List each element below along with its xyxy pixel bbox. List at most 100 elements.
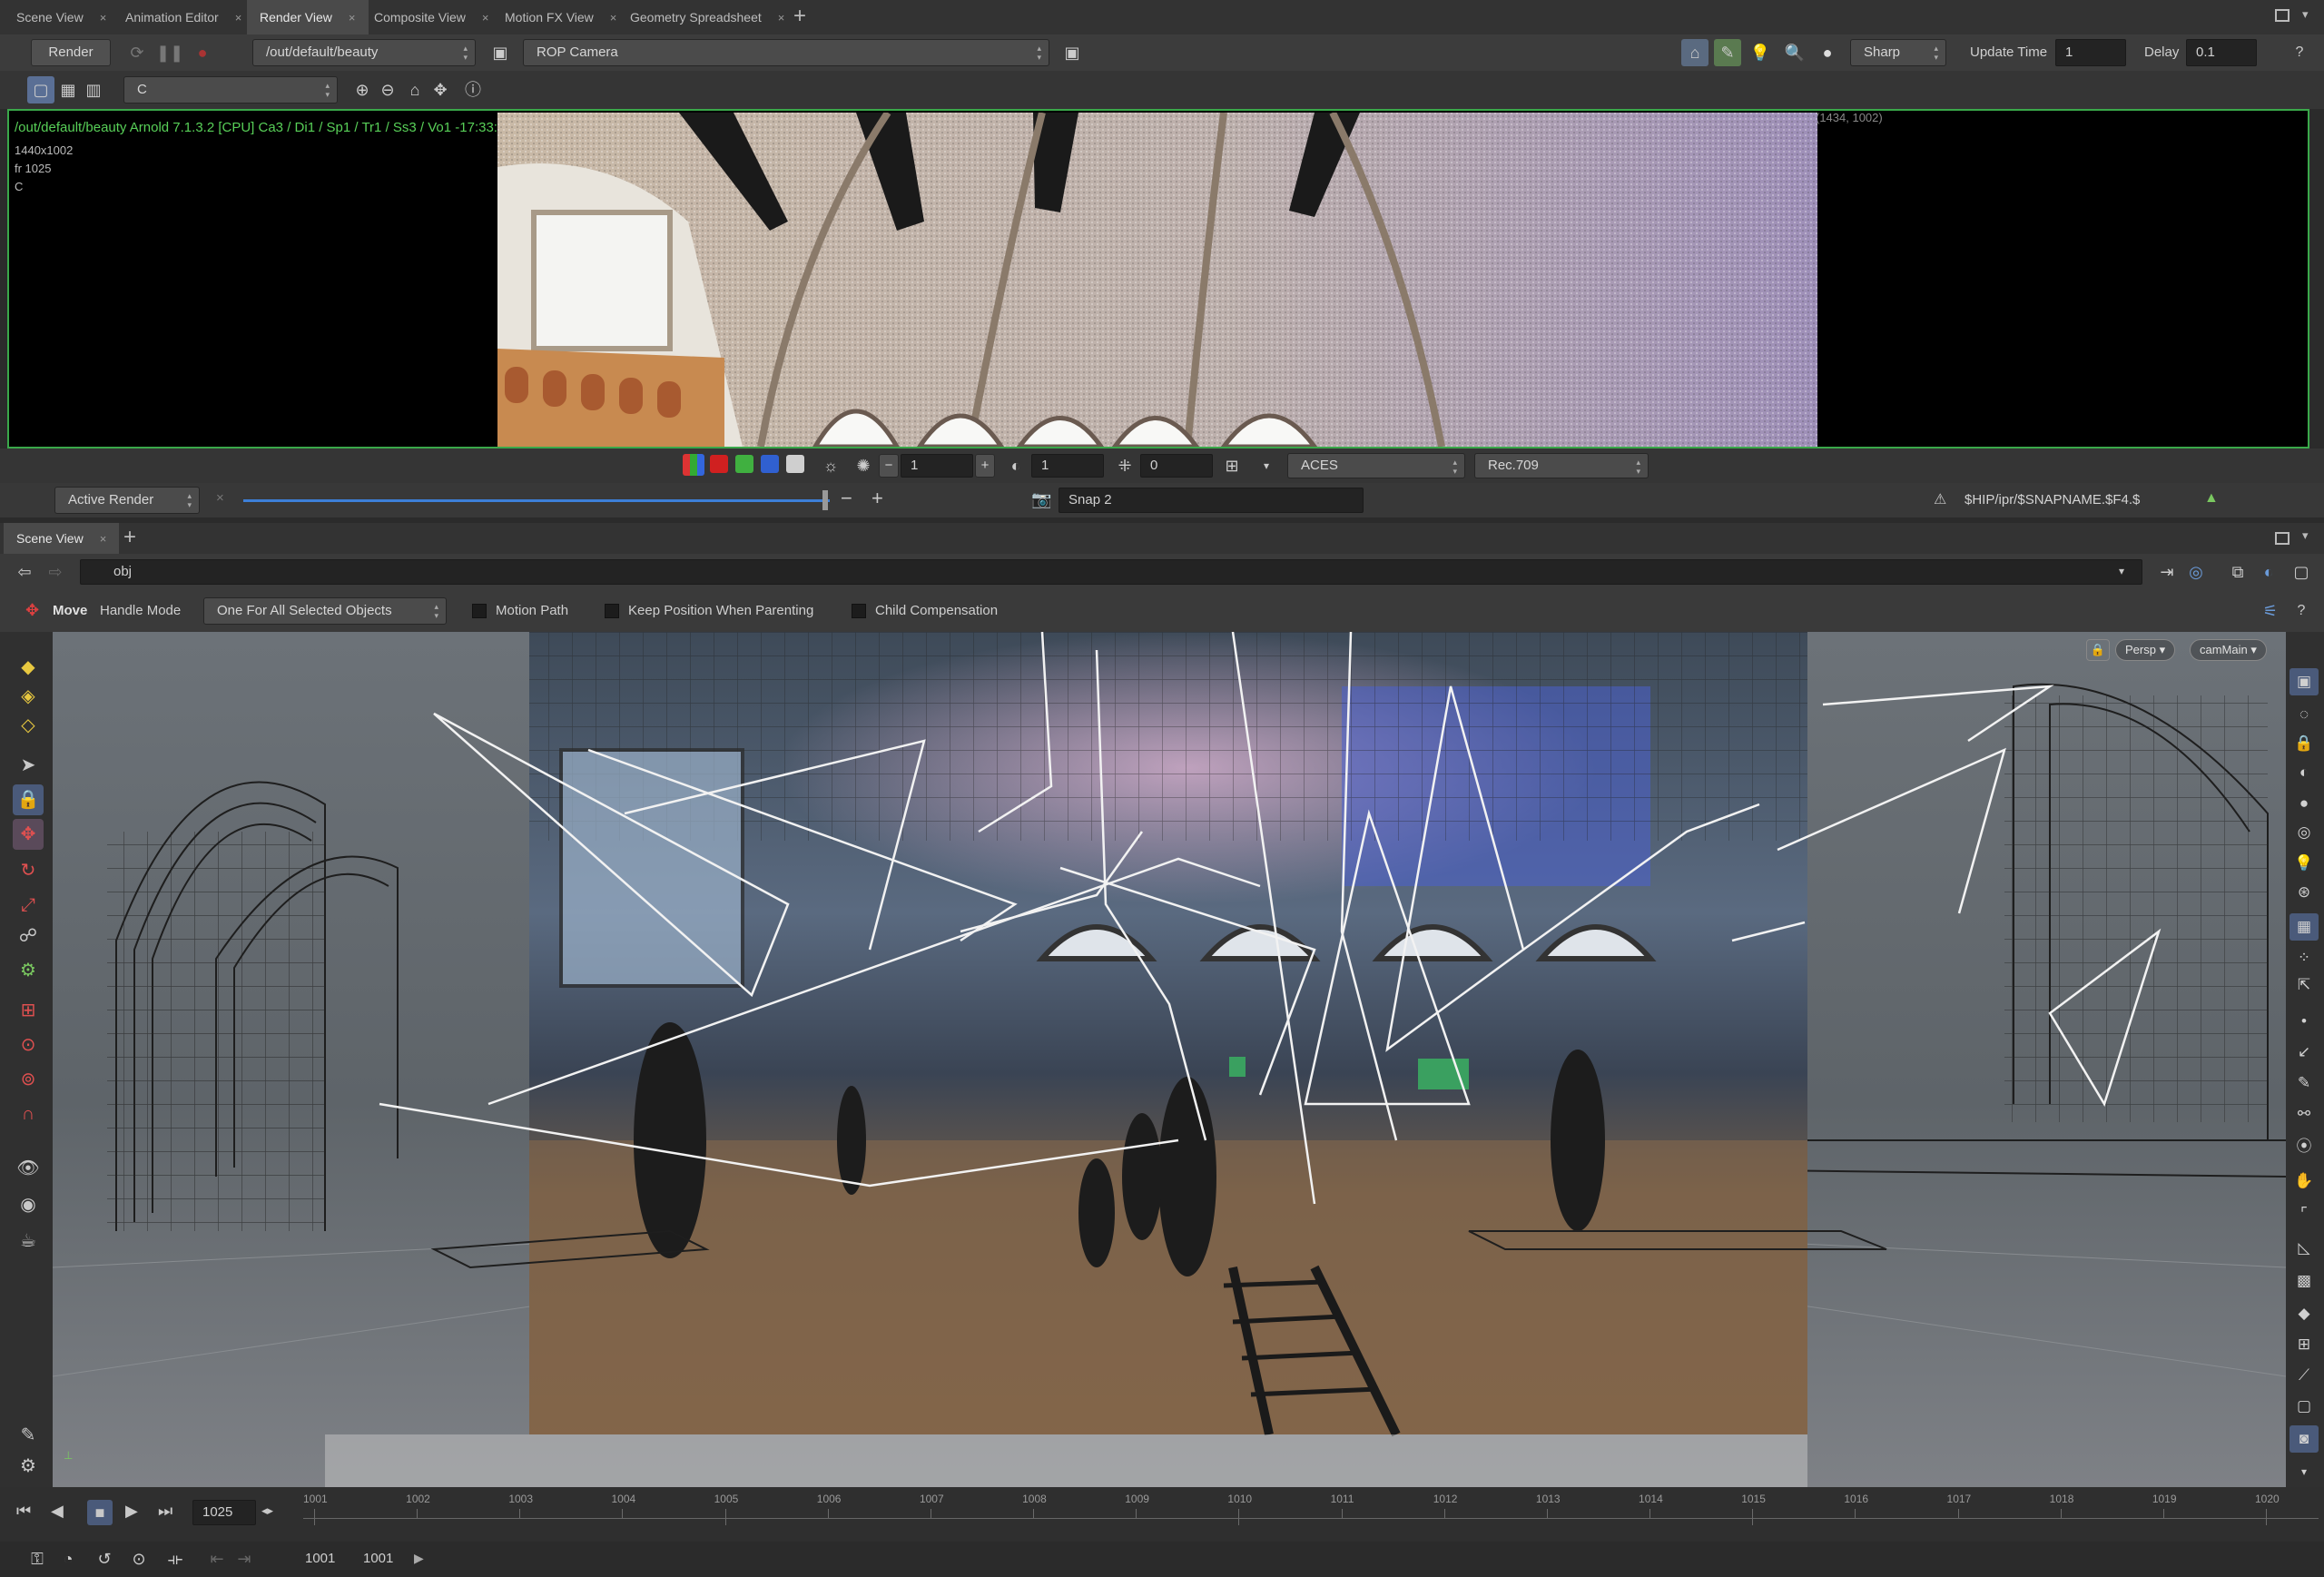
close-icon[interactable]: × (100, 11, 107, 25)
camera-snapshot-icon[interactable]: 📷 (1031, 490, 1051, 509)
tab-animation-editor[interactable]: Animation Editor × (113, 0, 254, 34)
green-channel-icon[interactable] (735, 455, 753, 473)
edit-icon[interactable]: ✎ (2290, 1069, 2319, 1097)
lock-camera-icon[interactable]: 🔒 (2290, 730, 2319, 757)
active-render-dropdown[interactable]: Active Render (54, 487, 200, 514)
camera-dropdown[interactable]: ROP Camera (523, 39, 1049, 66)
jump-start-icon[interactable]: ⏮ (16, 1502, 31, 1521)
exposure-sun-icon[interactable]: ✺ (850, 452, 877, 479)
save-snapshot-icon[interactable]: ▲ (2204, 490, 2219, 507)
shelf-more-icon[interactable]: ▾ (2290, 1458, 2319, 1485)
scene-settings-icon[interactable]: ⚙ (13, 1451, 44, 1482)
camera-tool-icon[interactable]: ◉ (13, 1189, 44, 1220)
output-path-dropdown[interactable]: /out/default/beauty (252, 39, 476, 66)
range-icon[interactable]: ⟛ (162, 1545, 189, 1572)
normals-icon[interactable]: ⇱ (2290, 971, 2319, 999)
close-icon[interactable]: × (235, 11, 242, 25)
offset-icon[interactable]: ⁜ (1111, 452, 1138, 479)
camera-jump-icon[interactable]: ▣ (1059, 39, 1086, 66)
close-icon[interactable]: × (610, 11, 617, 25)
rotate-tool-icon[interactable]: ↻ (13, 855, 44, 886)
zoom-out-icon[interactable]: ⊖ (374, 76, 401, 103)
close-icon[interactable]: × (349, 11, 356, 25)
grid-display-icon[interactable]: ⊞ (2290, 1331, 2319, 1358)
sphere-shading-icon[interactable]: ● (2290, 790, 2319, 817)
render-tool-icon[interactable]: ☕ (13, 1226, 44, 1257)
offset-field[interactable]: 0 (1140, 454, 1213, 478)
snap-grid-icon[interactable]: ⊞ (13, 995, 44, 1026)
range-start-icon[interactable]: ⇤ (203, 1545, 231, 1572)
vector-icon[interactable]: ↙ (2290, 1039, 2319, 1066)
lock-icon[interactable]: ⚠ (1934, 490, 1946, 508)
snapshot-slider-handle[interactable] (822, 490, 828, 510)
keep-position-checkbox[interactable] (605, 604, 619, 618)
corner-icon[interactable]: ⌜ (2290, 1200, 2319, 1227)
lut-icon[interactable]: ⊞ (1218, 452, 1246, 479)
start-frame-value[interactable]: 1001 (305, 1551, 335, 1566)
pin-icon[interactable]: ⇥ (2153, 558, 2181, 586)
paint-icon[interactable]: ✎ (13, 1420, 44, 1451)
view-single-icon[interactable]: ▢ (27, 76, 54, 103)
close-icon[interactable]: × (216, 490, 224, 506)
tab-geometry-spreadsheet[interactable]: Geometry Spreadsheet × (617, 0, 797, 34)
audio-icon[interactable]: ◔ (54, 1545, 82, 1572)
view-split-icon[interactable]: ▦ (54, 76, 82, 103)
stop-playback-icon[interactable]: ■ (87, 1500, 113, 1525)
colorspace-dropdown[interactable]: ACES (1287, 453, 1465, 478)
pane-menu-icon[interactable]: ▾ (2302, 7, 2309, 22)
path-menu-icon[interactable]: ▾ (2119, 565, 2124, 577)
tab-scene-view-lower[interactable]: Scene View × (4, 523, 120, 554)
preview-icon[interactable]: ⌂ (1681, 39, 1709, 66)
view-tool-icon[interactable]: 👁 (13, 1153, 44, 1184)
tab-scene-view[interactable]: Scene View × (4, 0, 119, 34)
render-region-icon[interactable]: ✎ (1714, 39, 1741, 66)
tab-render-view[interactable]: Render View × (247, 0, 369, 34)
light-display-icon[interactable]: 💡 (2290, 850, 2319, 877)
snapshot-decrease-icon[interactable]: − (841, 487, 852, 510)
snap-point-icon[interactable]: ⊚ (13, 1064, 44, 1095)
measure-icon[interactable]: ⟋ (2290, 1362, 2319, 1389)
shading-icon[interactable]: ◐ (2290, 759, 2319, 786)
texture-icon[interactable]: ▩ (2290, 1267, 2319, 1295)
handle-tool-icon[interactable]: ⚙ (13, 955, 44, 986)
select-points-icon[interactable]: ◈ (13, 681, 44, 712)
lut-menu-icon[interactable]: ▾ (1253, 452, 1280, 479)
display-dropdown[interactable]: Rec.709 (1474, 453, 1649, 478)
move-tool-button[interactable]: ✥ (13, 819, 44, 850)
snapshot-increase-icon[interactable]: + (872, 487, 883, 510)
zoom-icon[interactable]: 🔍 (1781, 39, 1808, 66)
tool-settings-icon[interactable]: ⚟ (2257, 597, 2284, 625)
loop-icon[interactable]: ↺ (91, 1545, 118, 1572)
forward-icon[interactable]: ⇨ (42, 558, 69, 586)
help-icon[interactable]: ? (2286, 39, 2313, 66)
play-icon[interactable]: ▶ (125, 1502, 138, 1521)
update-time-field[interactable]: 1 (2055, 39, 2126, 66)
lock-select-icon[interactable]: 🔒 (13, 784, 44, 815)
aov-dropdown[interactable]: C (123, 76, 338, 103)
zoom-in-icon[interactable]: ⊕ (349, 76, 376, 103)
headlight-icon[interactable]: ⊛ (2290, 879, 2319, 906)
ghost-icon[interactable]: ◌ (2290, 701, 2319, 728)
step-frame-icon[interactable]: ◂▸ (261, 1503, 273, 1518)
select-arrow-icon[interactable]: ➤ (13, 750, 44, 781)
maximize-pane-icon[interactable] (2275, 532, 2290, 545)
close-icon[interactable]: × (482, 11, 489, 25)
slope-icon[interactable]: ◺ (2290, 1235, 2319, 1262)
child-compensation-checkbox[interactable] (852, 604, 866, 618)
gamma-icon[interactable]: ◐ (1002, 452, 1029, 479)
panel-icon[interactable]: ▢ (2288, 558, 2315, 586)
add-tab-icon[interactable]: + (793, 4, 806, 29)
delay-field[interactable]: 0.1 (2186, 39, 2257, 66)
pause-icon[interactable]: ❚❚ (156, 39, 183, 66)
motion-path-checkbox[interactable] (472, 604, 487, 618)
snapshot-slider[interactable] (243, 499, 830, 502)
back-icon[interactable]: ⇦ (11, 558, 38, 586)
step-back-icon[interactable]: ◀ (51, 1502, 64, 1521)
camera-view-icon[interactable]: ◙ (2290, 1425, 2319, 1453)
add-tab-icon[interactable]: + (123, 525, 136, 550)
key-icon[interactable]: ⚿ (24, 1545, 51, 1572)
network-path-field[interactable]: obj (80, 559, 2142, 585)
current-frame-field[interactable]: 1025 (192, 1500, 256, 1525)
exposure-icon[interactable]: ☼ (817, 452, 844, 479)
uv-icon[interactable]: ⚯ (2290, 1100, 2319, 1128)
